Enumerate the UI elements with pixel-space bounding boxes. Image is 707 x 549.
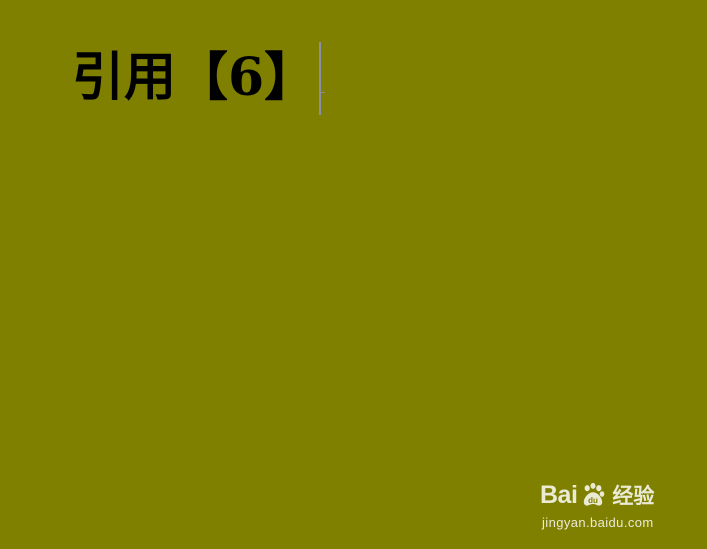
baidu-jingyan-watermark: Bai du 经验 jingyan.baidu.com (540, 472, 690, 534)
document-canvas[interactable]: 引用【6】 Bai du 经验 jingyan.baidu.com (0, 0, 707, 549)
svg-text:du: du (589, 496, 599, 505)
baidu-paw-icon: du (584, 482, 605, 506)
text-cursor-mark (321, 92, 325, 93)
watermark-brand-left: Bai (540, 480, 578, 509)
watermark-logo: Bai du 经验 (540, 480, 654, 510)
watermark-url: jingyan.baidu.com (542, 515, 654, 530)
text-cursor (319, 42, 321, 115)
watermark-product: 经验 (612, 484, 655, 508)
document-heading[interactable]: 引用【6】 (72, 42, 316, 114)
